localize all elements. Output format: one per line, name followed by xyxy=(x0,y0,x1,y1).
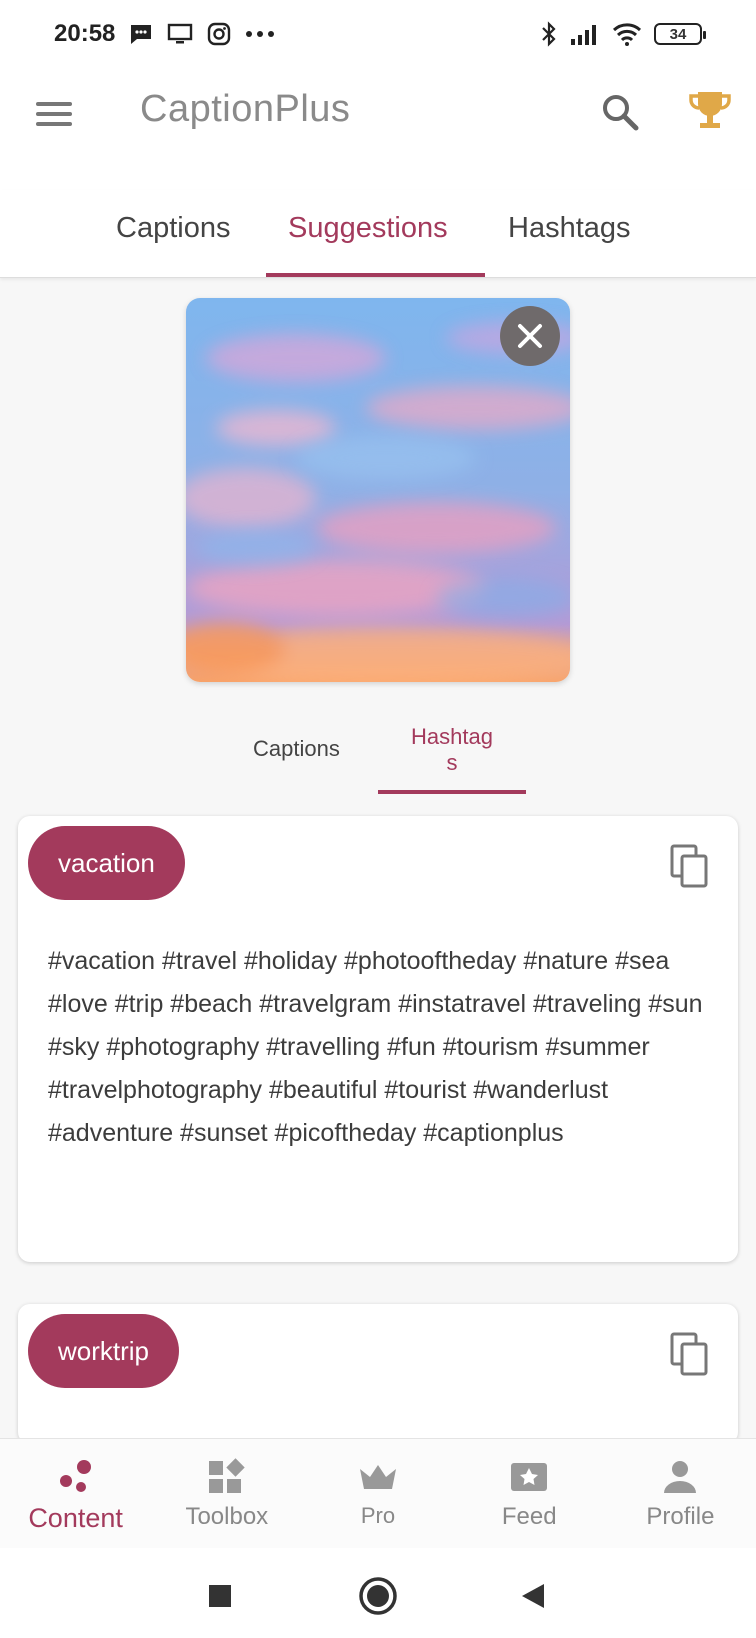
status-left-icons xyxy=(129,22,275,46)
nav-pro[interactable]: Pro xyxy=(302,1439,453,1548)
instagram-icon xyxy=(208,22,231,46)
profile-icon xyxy=(664,1461,697,1493)
hashtag-card: vacation #vacation #travel #holiday #pho… xyxy=(18,816,738,1262)
content-dots-icon xyxy=(59,1460,91,1492)
nav-label: Toolbox xyxy=(185,1503,269,1530)
subtab-captions[interactable]: Captions xyxy=(253,736,340,762)
feed-star-icon xyxy=(511,1463,548,1491)
nav-feed[interactable]: Feed xyxy=(454,1439,605,1548)
back-triangle-icon[interactable] xyxy=(516,1578,552,1614)
status-bar: 20:58 34 xyxy=(0,0,756,68)
trophy-icon[interactable] xyxy=(686,86,734,134)
active-tab-indicator xyxy=(266,273,485,277)
nav-toolbox[interactable]: Toolbox xyxy=(151,1439,302,1548)
crown-icon xyxy=(360,1465,396,1489)
app-title: CaptionPlus xyxy=(140,88,351,130)
photo-preview xyxy=(186,298,570,682)
wifi-icon xyxy=(612,23,642,46)
battery-indicator: 34 xyxy=(654,23,706,45)
bottom-navigation: Content Toolbox Pro Feed Profile xyxy=(0,1438,756,1548)
signal-icon xyxy=(571,25,596,45)
search-icon[interactable] xyxy=(596,88,644,136)
nav-profile[interactable]: Profile xyxy=(605,1439,756,1548)
home-circle-icon[interactable] xyxy=(358,1576,398,1616)
nav-label: Content xyxy=(28,1503,123,1533)
sub-tabs: Captions Hashtag s xyxy=(0,712,756,796)
tab-captions[interactable]: Captions xyxy=(116,212,230,245)
toolbox-icon xyxy=(208,1458,245,1493)
nav-label: Pro xyxy=(360,1503,396,1528)
copy-icon[interactable] xyxy=(670,844,710,888)
screen-cast-icon xyxy=(168,23,193,44)
main-tabs: Captions Suggestions Hashtags xyxy=(0,190,756,278)
bluetooth-icon xyxy=(542,21,556,47)
hamburger-menu-icon[interactable] xyxy=(34,96,74,132)
nav-label: Feed xyxy=(501,1503,557,1530)
subtab-hashtags[interactable]: Hashtag s xyxy=(392,724,512,776)
message-icon xyxy=(131,25,152,44)
close-photo-button[interactable] xyxy=(500,306,560,366)
tab-suggestions[interactable]: Suggestions xyxy=(288,212,448,245)
tag-pill[interactable]: worktrip xyxy=(28,1314,180,1388)
status-right: 34 xyxy=(540,21,706,47)
system-navigation-bar xyxy=(0,1548,756,1638)
hashtag-card: worktrip #workshop #travel #work #busine… xyxy=(18,1304,738,1463)
more-dots-icon xyxy=(246,31,275,37)
tab-hashtags[interactable]: Hashtags xyxy=(508,212,631,245)
nav-label: Profile xyxy=(646,1503,715,1530)
nav-content[interactable]: Content xyxy=(0,1439,151,1548)
subtab-indicator xyxy=(378,790,526,794)
tag-pill[interactable]: vacation xyxy=(28,826,185,900)
hashtag-text[interactable]: #vacation #travel #holiday #photooftheda… xyxy=(48,940,718,1155)
status-time: 20:58 xyxy=(54,20,116,47)
copy-icon[interactable] xyxy=(670,1332,710,1376)
recents-square-icon[interactable] xyxy=(202,1578,238,1614)
close-icon xyxy=(518,324,542,348)
